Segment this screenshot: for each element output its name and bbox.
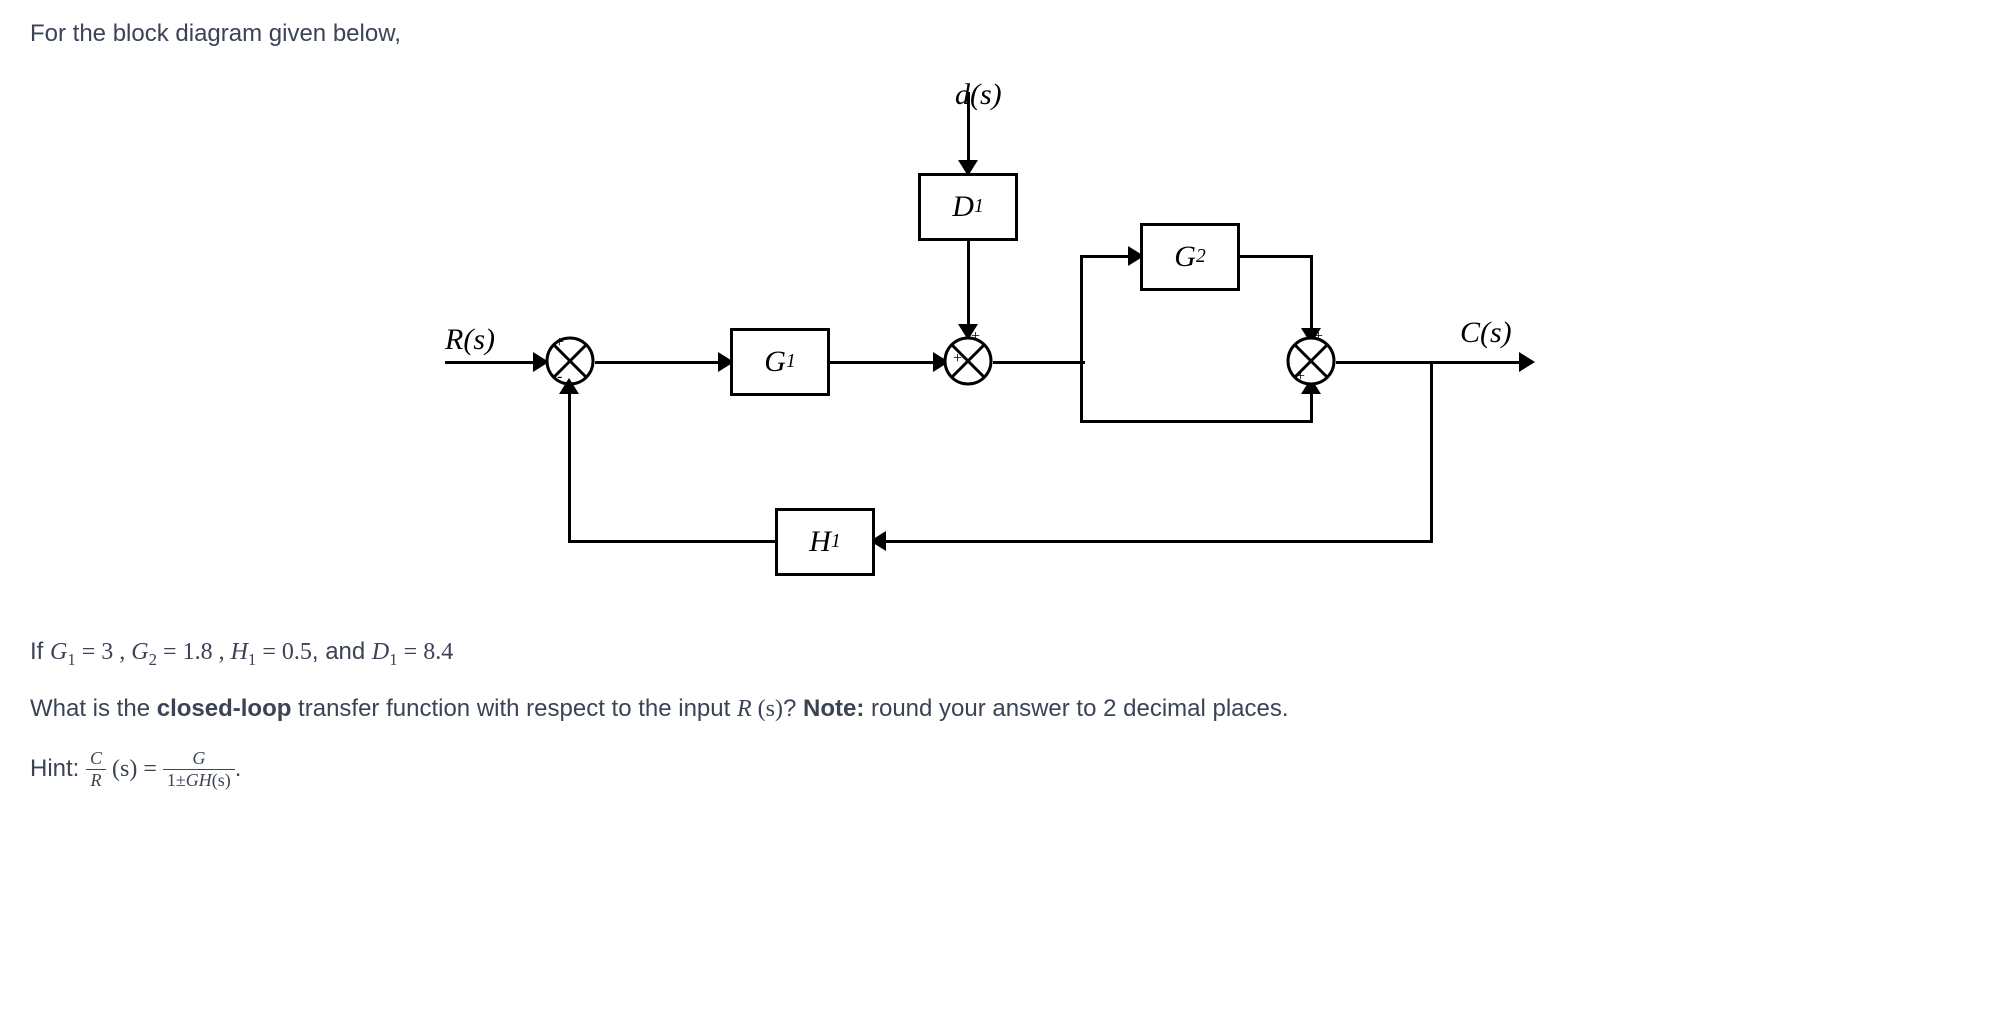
hint-lhs-frac: CR [86, 748, 106, 791]
hint-rhs-num: G [163, 748, 235, 770]
g2-name: G [131, 639, 148, 665]
hint-label: Hint: [30, 755, 86, 782]
g1-value: 3 [101, 639, 113, 665]
note-bold: Note: [803, 695, 864, 722]
given-values: If G1 = 3 , G2 = 1.8 , H1 = 0.5, and D1 … [30, 638, 1960, 670]
line-g1-to-sum2 [830, 361, 940, 364]
block-g2: G2 [1140, 223, 1240, 291]
d1-value: 8.4 [423, 639, 453, 665]
comma1: , [113, 639, 131, 665]
line-split-down [1080, 361, 1083, 423]
d1-text: D [952, 190, 974, 224]
g2-subscript: 2 [149, 650, 157, 669]
hint-lhs-den: R [86, 770, 106, 791]
line-d1-to-sum2 [967, 241, 970, 331]
sum3-plus-top: + [1314, 328, 1323, 346]
input-label: R(s) [445, 323, 495, 357]
comma2: , [213, 639, 231, 665]
line-feedback-h-right [875, 540, 1433, 543]
line-g2-to-sum3-h [1240, 255, 1313, 258]
block-diagram-container: R(s) + - G1 d(s) [30, 78, 1960, 598]
line-h1-to-sum1-v [568, 388, 571, 543]
note-text: round your answer to 2 decimal places. [864, 695, 1288, 722]
h1-name: H [231, 639, 248, 665]
block-g1: G1 [730, 328, 830, 396]
hint-rhs-den-2: GH [186, 770, 212, 790]
and-text: , and [312, 638, 372, 665]
g2-text: G [1174, 240, 1196, 274]
g1-subscript: 1 [67, 650, 75, 669]
sum1-plus: + [555, 334, 564, 352]
h1-text: H [809, 525, 831, 559]
d1-sub: 1 [974, 196, 984, 218]
g1-name: G [50, 639, 67, 665]
eq3: = [256, 639, 282, 665]
hint-rhs-frac: G1±GH(s) [163, 748, 235, 791]
hint-rhs-den-1: 1± [167, 770, 186, 790]
summing-junction-2 [943, 336, 993, 386]
hint-rhs-den: 1±GH(s) [163, 770, 235, 791]
hint-lhs-num: C [86, 748, 106, 770]
output-label: C(s) [1460, 316, 1512, 350]
hint: Hint: CR (s) = G1±GH(s). [30, 748, 1960, 791]
d1-name: D [372, 639, 389, 665]
hint-arg: (s) = [106, 756, 163, 782]
prompt-arg: (s) [752, 696, 783, 722]
prompt-bold: closed-loop [157, 695, 292, 722]
line-d-to-d1 [967, 92, 970, 167]
g2-value: 1.8 [183, 639, 213, 665]
prompt-p2: transfer function with respect to the in… [291, 695, 737, 722]
question-intro: For the block diagram given below, [30, 20, 1960, 48]
summing-junction-3 [1286, 336, 1336, 386]
g1-sub: 1 [786, 351, 796, 373]
line-g2-to-sum3-v [1310, 255, 1313, 335]
eq1: = [76, 639, 102, 665]
arrow-to-c [1519, 352, 1535, 372]
eq2: = [157, 639, 183, 665]
disturbance-label: d(s) [955, 78, 1002, 112]
prompt-var: R [737, 696, 752, 722]
hint-period: . [235, 755, 242, 782]
sum2-plus-left: + [953, 350, 962, 368]
given-prefix: If [30, 638, 50, 665]
line-sum2-to-split [993, 361, 1083, 364]
sum3-plus-bottom: + [1296, 368, 1305, 386]
d1-subscript: 1 [389, 650, 397, 669]
block-h1: H1 [775, 508, 875, 576]
line-sum1-to-g1 [595, 361, 725, 364]
block-d1: D1 [918, 173, 1018, 241]
eq4: = [398, 639, 424, 665]
prompt-p1: What is the [30, 695, 157, 722]
question-prompt: What is the closed-loop transfer functio… [30, 695, 1960, 723]
h1-sub: 1 [831, 531, 841, 553]
g2-sub: 2 [1196, 246, 1206, 268]
sum2-plus-top: + [971, 328, 980, 346]
arrow-feedback-to-sum1 [559, 378, 579, 394]
prompt-p3: ? [783, 695, 803, 722]
h1-value: 0.5 [282, 639, 312, 665]
line-bypass-h [1080, 420, 1313, 423]
block-diagram: R(s) + - G1 d(s) [445, 78, 1545, 598]
line-r-to-sum1 [445, 361, 540, 364]
line-feedback-down [1430, 361, 1433, 543]
line-split-up [1080, 255, 1083, 363]
hint-rhs-den-3: (s) [212, 770, 231, 790]
line-to-g2 [1080, 255, 1135, 258]
line-h1-to-sum1-h [568, 540, 775, 543]
g1-text: G [764, 345, 786, 379]
